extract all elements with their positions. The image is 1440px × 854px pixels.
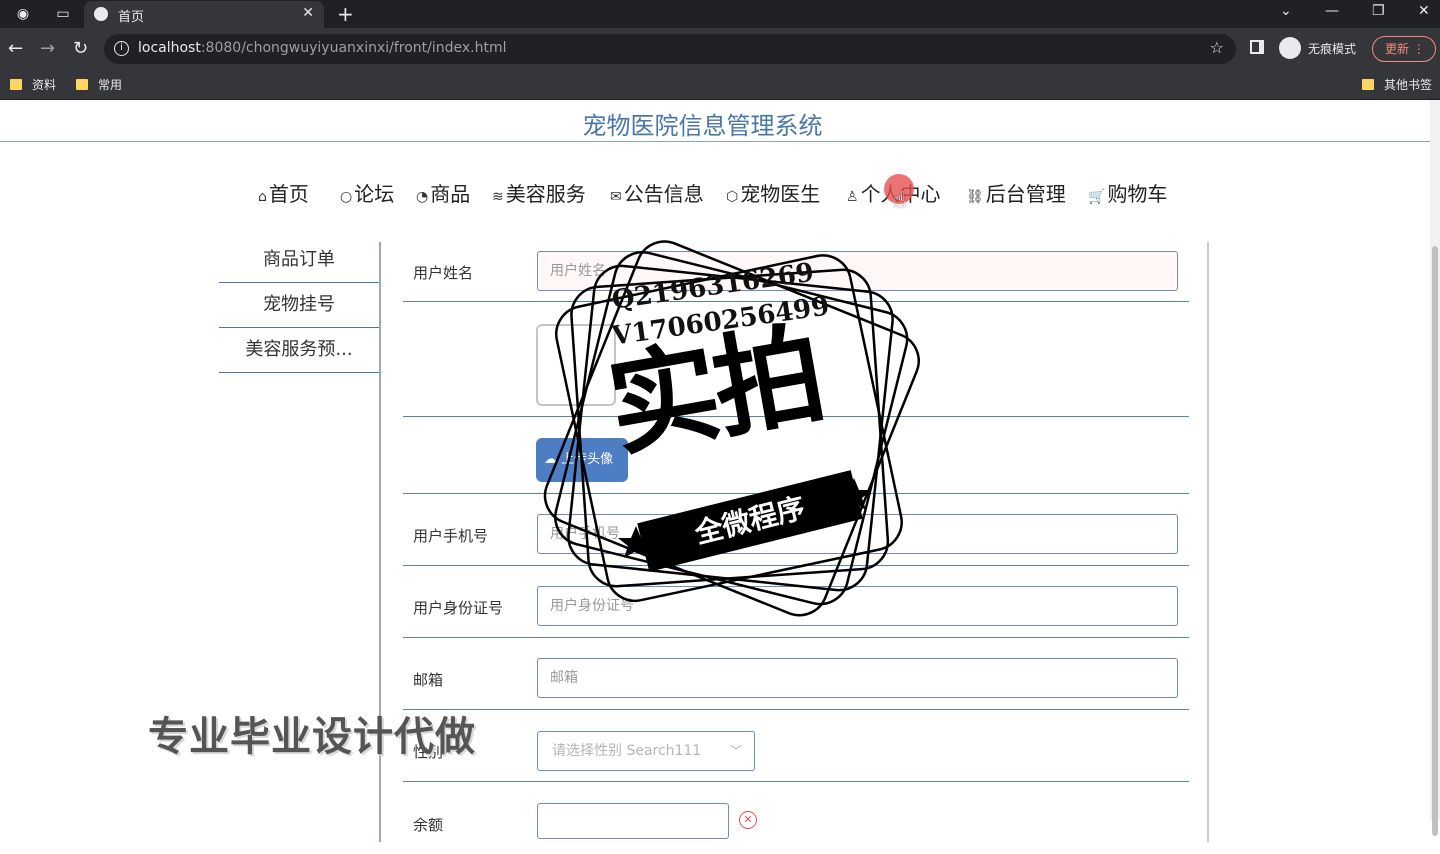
tab-search-icon[interactable]: ▭ bbox=[54, 5, 72, 23]
tab-title: 首页 bbox=[118, 10, 145, 25]
bookmarks-bar: 资料 常用 其他书签 bbox=[0, 70, 1440, 100]
palette-icon: ◔ bbox=[416, 189, 429, 205]
globe-icon bbox=[94, 7, 108, 21]
new-tab-icon[interactable]: + bbox=[337, 2, 354, 26]
nav-announcements[interactable]: ✉ 公告信息 bbox=[610, 178, 704, 207]
browser-tab-strip: ◉ ▭ 首页 ✕ + ⌄ — ❐ ✕ bbox=[0, 0, 1440, 28]
site-info-icon[interactable]: i bbox=[114, 41, 129, 56]
close-window-icon[interactable]: ✕ bbox=[1418, 3, 1430, 19]
box-icon: ⬡ bbox=[726, 189, 739, 205]
name-label: 用户姓名 bbox=[413, 264, 474, 282]
folder-icon bbox=[1362, 79, 1374, 90]
user-icon: ♙ bbox=[846, 189, 859, 205]
nav-beauty-service[interactable]: ≋ 美容服务 bbox=[492, 178, 586, 207]
amount-label: 余额 bbox=[413, 816, 444, 834]
incognito-icon bbox=[1279, 37, 1301, 59]
layers-icon: ≋ bbox=[492, 189, 504, 205]
close-tab-icon[interactable]: ✕ bbox=[302, 5, 314, 21]
forward-icon[interactable]: → bbox=[40, 38, 55, 59]
link-icon: ⛓ bbox=[966, 189, 984, 205]
browser-toolbar: ← → ↻ i localhost:8080/chongwuyiyuanxinx… bbox=[0, 28, 1440, 70]
back-icon[interactable]: ← bbox=[8, 38, 23, 59]
watermark-text: 专业毕业设计代做 bbox=[148, 714, 476, 760]
incognito-label: 无痕模式 bbox=[1308, 42, 1357, 56]
form-row-email: 邮箱 邮箱 bbox=[403, 638, 1189, 710]
bookmark-folder[interactable]: 资料 bbox=[10, 76, 56, 93]
circle-icon: ○ bbox=[340, 189, 353, 205]
update-button[interactable]: 更新 ⋮ bbox=[1372, 36, 1436, 62]
other-bookmarks[interactable]: 其他书签 bbox=[1362, 76, 1432, 93]
bookmark-star-icon[interactable]: ☆ bbox=[1210, 38, 1224, 57]
side-panel-icon[interactable] bbox=[1250, 40, 1264, 54]
nav-admin[interactable]: ⛓ 后台管理 bbox=[966, 178, 1066, 207]
nav-pet-doctor[interactable]: ⬡ 宠物医生 bbox=[726, 178, 820, 207]
restore-icon[interactable]: ❐ bbox=[1372, 3, 1385, 19]
browser-tab-home[interactable]: 首页 ✕ bbox=[84, 1, 324, 28]
scrollbar-thumb[interactable] bbox=[1432, 246, 1438, 836]
folder-icon bbox=[76, 79, 88, 90]
amount-input[interactable] bbox=[537, 803, 729, 839]
email-label: 邮箱 bbox=[413, 671, 444, 689]
home-icon: ⌂ bbox=[258, 189, 267, 205]
sidebar-item-goods-orders[interactable]: 商品订单 bbox=[219, 238, 379, 283]
minimize-icon[interactable]: — bbox=[1325, 3, 1339, 19]
nav-goods[interactable]: ◔ 商品 bbox=[416, 178, 470, 207]
hand-cursor-icon: ☝ bbox=[893, 188, 907, 213]
tab-list-icon[interactable]: ⌄ bbox=[1280, 3, 1292, 19]
mail-icon: ✉ bbox=[610, 189, 622, 205]
phone-label: 用户手机号 bbox=[413, 527, 489, 545]
email-input[interactable]: 邮箱 bbox=[537, 658, 1178, 698]
site-header: 宠物医院信息管理系统 bbox=[0, 100, 1440, 142]
chevron-down-icon: ﹀ bbox=[729, 744, 742, 758]
address-bar[interactable]: i localhost:8080/chongwuyiyuanxinxi/fron… bbox=[104, 34, 1236, 64]
reload-icon[interactable]: ↻ bbox=[73, 38, 88, 59]
folder-icon bbox=[10, 79, 22, 90]
cart-icon: 🛒 bbox=[1088, 189, 1106, 205]
browser-profile-icon[interactable]: ◉ bbox=[14, 5, 32, 23]
gender-select[interactable]: 请选择性别 Search111 ﹀ bbox=[537, 731, 755, 771]
idcard-label: 用户身份证号 bbox=[413, 599, 504, 617]
nav-forum[interactable]: ○ 论坛 bbox=[340, 178, 394, 207]
page-scrollbar[interactable] bbox=[1430, 100, 1440, 836]
sidebar: 商品订单 宠物挂号 美容服务预... bbox=[219, 238, 379, 373]
site-title: 宠物医院信息管理系统 bbox=[582, 112, 823, 140]
url-text[interactable]: localhost:8080/chongwuyiyuanxinxi/front/… bbox=[138, 40, 507, 56]
form-row-amount: 余额 ✕ bbox=[403, 782, 1189, 854]
error-icon: ✕ bbox=[739, 811, 757, 829]
form-row-gender: 性别 请选择性别 Search111 ﹀ bbox=[403, 710, 1189, 782]
bookmark-folder[interactable]: 常用 bbox=[76, 76, 122, 93]
sidebar-item-pet-registration[interactable]: 宠物挂号 bbox=[219, 283, 379, 328]
nav-cart[interactable]: 🛒 购物车 bbox=[1088, 178, 1167, 207]
sidebar-item-beauty-booking[interactable]: 美容服务预... bbox=[219, 328, 379, 373]
nav-home[interactable]: ⌂ 首页 bbox=[258, 178, 309, 207]
